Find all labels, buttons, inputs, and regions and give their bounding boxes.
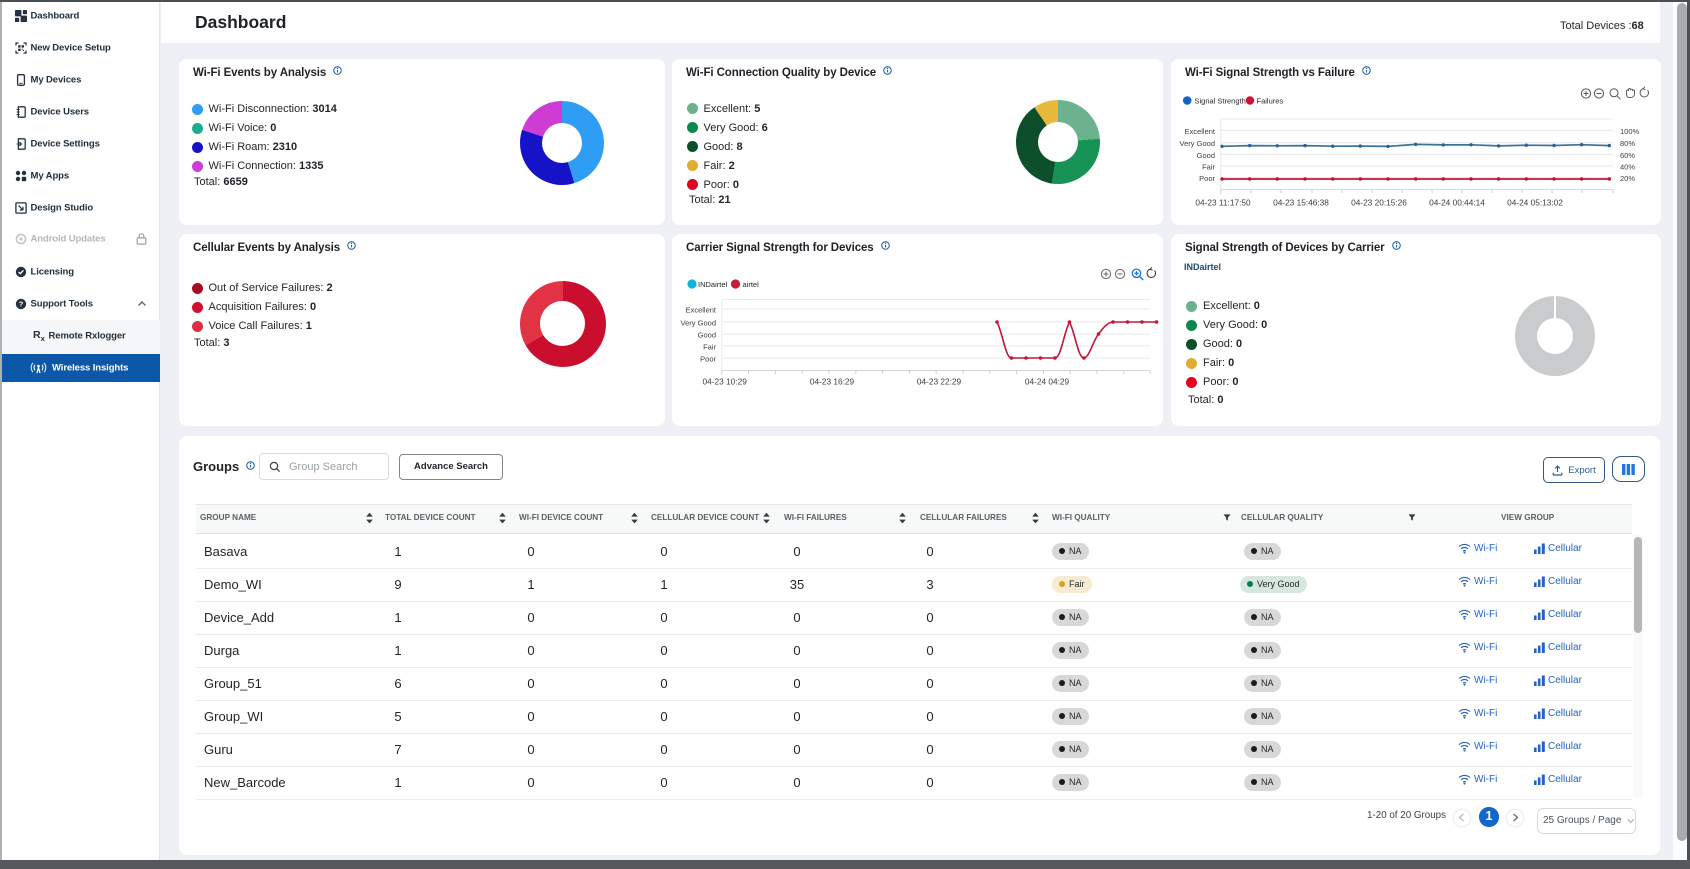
svg-text:04-23 11:17:50: 04-23 11:17:50 (1195, 198, 1251, 208)
svg-text:04-23 10:29: 04-23 10:29 (703, 377, 748, 387)
svg-text:Excellent: Excellent (686, 305, 717, 314)
svg-text:Excellent: Excellent (1185, 127, 1216, 136)
svg-text:04-24 05:13:02: 04-24 05:13:02 (1507, 198, 1563, 208)
svg-text:04-23 22:29: 04-23 22:29 (917, 377, 962, 387)
svg-text:Very Good: Very Good (1180, 139, 1215, 148)
svg-text:Fair: Fair (703, 342, 716, 351)
svg-text:04-23 15:46:38: 04-23 15:46:38 (1273, 198, 1329, 208)
svg-text:80%: 80% (1620, 139, 1635, 148)
svg-text:Fair: Fair (1202, 162, 1215, 171)
svg-text:60%: 60% (1620, 151, 1635, 160)
svg-text:100%: 100% (1620, 127, 1640, 136)
svg-text:04-24 00:44:14: 04-24 00:44:14 (1429, 198, 1485, 208)
svg-text:20%: 20% (1620, 174, 1635, 183)
svg-text:Good: Good (698, 330, 716, 339)
svg-text:INDairtel: INDairtel (698, 280, 728, 289)
svg-text:04-23 20:15:26: 04-23 20:15:26 (1351, 198, 1407, 208)
svg-text:?: ? (19, 300, 24, 309)
svg-text:Very Good: Very Good (681, 318, 716, 327)
svg-text:Signal Strength: Signal Strength (1195, 97, 1246, 106)
svg-text:Good: Good (1197, 151, 1215, 160)
svg-text:04-23 16:29: 04-23 16:29 (810, 377, 855, 387)
svg-text:04-24 04:29: 04-24 04:29 (1025, 377, 1070, 387)
svg-text:Poor: Poor (1199, 174, 1215, 183)
svg-text:Poor: Poor (700, 354, 716, 363)
svg-text:airtel: airtel (743, 280, 760, 289)
svg-text:40%: 40% (1620, 162, 1635, 171)
svg-text:Failures: Failures (1257, 97, 1284, 106)
